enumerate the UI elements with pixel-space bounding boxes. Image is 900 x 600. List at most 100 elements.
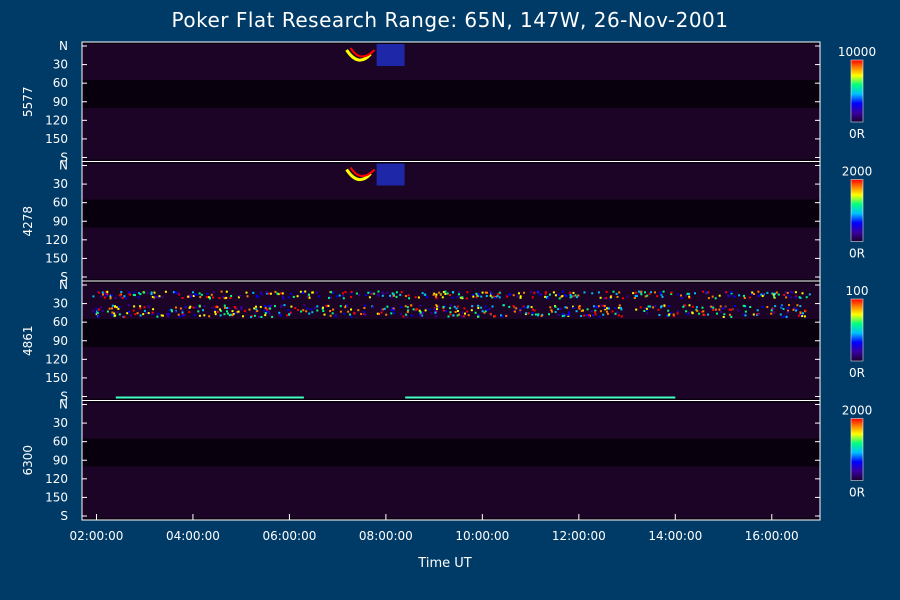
emission-speck: [730, 291, 733, 294]
emission-speck: [757, 290, 760, 293]
emission-speck: [561, 312, 564, 315]
emission-speck: [477, 304, 480, 307]
emission-speck: [239, 294, 242, 297]
emission-speck: [433, 308, 436, 310]
emission-speck: [795, 309, 797, 312]
emission-speck: [662, 290, 665, 293]
emission-speck: [786, 311, 789, 314]
emission-speck: [799, 305, 802, 308]
emission-speck: [106, 293, 109, 296]
emission-speck: [796, 304, 799, 307]
emission-speck: [133, 305, 136, 308]
emission-speck: [572, 291, 575, 294]
colorbar-max-label: 10000: [838, 45, 876, 59]
emission-speck: [161, 296, 164, 299]
emission-speck: [635, 295, 638, 298]
emission-speck: [447, 315, 450, 318]
emission-speck: [583, 291, 586, 294]
emission-speck: [168, 312, 171, 315]
emission-speck: [106, 290, 109, 293]
emission-speck: [315, 291, 318, 294]
emission-speck: [799, 312, 802, 315]
emission-speck: [174, 310, 177, 313]
emission-speck: [719, 305, 722, 308]
emission-speck: [101, 291, 104, 294]
x-tick-label: 14:00:00: [648, 529, 702, 543]
emission-speck: [350, 308, 352, 311]
emission-speck: [734, 305, 736, 307]
emission-speck: [158, 295, 161, 298]
emission-speck: [419, 311, 422, 314]
y-tick-label: 30: [53, 297, 68, 311]
y-tick-label: S: [60, 509, 68, 523]
emission-speck: [441, 296, 444, 299]
emission-speck: [453, 305, 456, 308]
emission-speck: [114, 314, 117, 317]
emission-speck: [569, 291, 572, 294]
emission-speck: [256, 310, 259, 312]
emission-speck: [463, 307, 466, 310]
emission-speck: [647, 305, 650, 308]
emission-speck: [484, 305, 487, 308]
emission-speck: [530, 306, 533, 309]
emission-speck: [214, 310, 217, 313]
emission-speck: [386, 291, 389, 294]
emission-speck: [344, 306, 347, 309]
emission-speck: [445, 310, 447, 313]
emission-speck: [611, 310, 614, 313]
emission-speck: [209, 297, 211, 300]
emission-speck: [339, 310, 342, 313]
emission-speck: [177, 292, 180, 295]
emission-speck: [364, 314, 367, 316]
emission-speck: [519, 311, 522, 314]
emission-speck: [719, 311, 722, 314]
emission-speck: [790, 290, 793, 293]
emission-speck: [597, 305, 600, 308]
emission-speck: [111, 304, 114, 307]
emission-speck: [707, 291, 710, 294]
emission-speck: [548, 313, 550, 316]
emission-speck: [663, 304, 666, 307]
y-tick-label: 120: [45, 233, 68, 247]
emission-speck: [477, 307, 480, 309]
emission-speck: [92, 295, 95, 298]
emission-speck: [185, 306, 187, 309]
emission-speck: [680, 294, 682, 297]
emission-speck: [505, 314, 508, 317]
emission-speck: [156, 315, 159, 318]
emission-speck: [240, 308, 243, 310]
x-tick-label: 06:00:00: [262, 529, 316, 543]
emission-speck: [383, 307, 386, 310]
emission-speck: [226, 307, 228, 309]
emission-speck: [568, 311, 571, 314]
emission-speck: [145, 312, 148, 314]
emission-speck: [558, 297, 561, 300]
emission-speck: [259, 291, 262, 294]
emission-speck: [234, 312, 237, 315]
emission-speck: [296, 295, 299, 298]
emission-speck: [712, 308, 715, 311]
emission-speck: [794, 291, 797, 294]
emission-speck: [418, 309, 421, 312]
emission-speck: [744, 310, 747, 313]
emission-speck: [199, 296, 202, 299]
emission-speck: [549, 306, 552, 309]
emission-speck: [515, 307, 518, 310]
emission-speck: [538, 293, 541, 296]
panel-dark-band: [82, 80, 820, 108]
keogram-plot: N306090120150S5577100000RN306090120150S4…: [21, 39, 876, 571]
emission-speck: [449, 313, 452, 316]
emission-speck: [606, 307, 608, 310]
emission-speck: [255, 305, 257, 308]
emission-speck: [283, 304, 286, 307]
emission-speck: [537, 314, 539, 317]
emission-speck: [640, 290, 643, 293]
y-tick-label: 90: [53, 95, 68, 109]
emission-speck: [218, 297, 221, 300]
emission-speck: [670, 291, 673, 294]
emission-speck: [565, 295, 568, 298]
emission-speck: [518, 292, 520, 295]
emission-speck: [685, 310, 688, 313]
emission-speck: [316, 305, 319, 308]
emission-speck: [329, 310, 332, 312]
